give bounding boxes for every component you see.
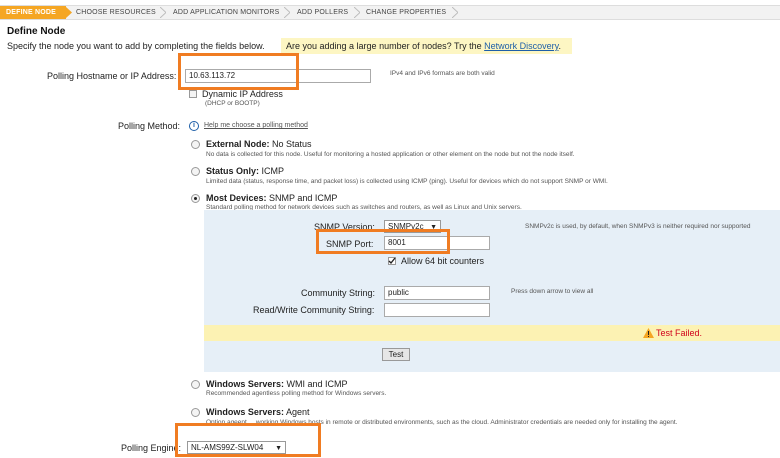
- test-button[interactable]: Test: [382, 348, 410, 361]
- community-string-label: Community String:: [301, 288, 376, 298]
- option-windows-agent-title: Windows Servers: Agent: [206, 407, 309, 417]
- annotation-box-polling-engine: [175, 423, 321, 457]
- rw-community-string-label: Read/Write Community String:: [253, 305, 375, 315]
- rw-community-string-input[interactable]: [384, 303, 490, 317]
- option-title-rest: WMI and ICMP: [283, 379, 348, 389]
- option-title-bold: External Node:: [206, 139, 270, 149]
- option-title-bold: Windows Servers:: [206, 379, 284, 389]
- test-failed-text: Test Failed.: [656, 328, 703, 338]
- annotation-box-hostname: [178, 53, 299, 90]
- hostname-label: Polling Hostname or IP Address:: [47, 71, 177, 81]
- wizard-step-define-node[interactable]: DEFINE NODE: [0, 6, 66, 19]
- snmp-version-hint: SNMPv2c is used, by default, when SNMPv3…: [525, 223, 751, 230]
- option-windows-wmi-desc: Recommended agentless polling method for…: [206, 390, 387, 397]
- option-external-node-desc: No data is collected for this node. Usef…: [206, 151, 575, 158]
- info-icon: i: [189, 121, 199, 131]
- option-title-bold: Windows Servers:: [206, 407, 284, 417]
- polling-method-help-link[interactable]: Help me choose a polling method: [204, 122, 308, 129]
- option-status-only-desc: Limited data (status, response time, and…: [206, 178, 608, 185]
- option-title-rest: No Status: [269, 139, 312, 149]
- network-discovery-link[interactable]: Network Discovery: [484, 41, 558, 51]
- option-most-devices-title: Most Devices: SNMP and ICMP: [206, 193, 337, 203]
- wizard-steps: DEFINE NODE CHOOSE RESOURCES ADD APPLICA…: [0, 5, 780, 20]
- wizard-step-add-pollers[interactable]: ADD POLLERS: [297, 6, 348, 19]
- dynamic-ip-label: Dynamic IP Address: [202, 89, 283, 99]
- chevron-right-icon: [160, 7, 166, 18]
- option-title-rest: Agent: [283, 407, 310, 417]
- radio-status-only[interactable]: [191, 167, 200, 176]
- option-external-node-title: External Node: No Status: [206, 139, 312, 149]
- snmp-settings-panel: [204, 210, 780, 372]
- wizard-step-change-properties[interactable]: CHANGE PROPERTIES: [366, 6, 446, 19]
- page-title: Define Node: [7, 26, 66, 37]
- chevron-right-icon: [452, 7, 458, 18]
- warning-icon: [643, 328, 654, 338]
- chevron-right-icon: [66, 7, 72, 18]
- radio-most-devices[interactable]: [191, 194, 200, 203]
- option-title-rest: ICMP: [259, 166, 285, 176]
- wizard-step-choose-resources[interactable]: CHOOSE RESOURCES: [76, 6, 156, 19]
- page-intro: Specify the node you want to add by comp…: [7, 41, 265, 51]
- polling-method-label: Polling Method:: [118, 121, 181, 131]
- option-title-rest: SNMP and ICMP: [266, 193, 338, 203]
- bulk-nodes-question: Are you adding a large number of nodes? …: [286, 41, 561, 51]
- annotation-box-snmp-port: [316, 229, 450, 254]
- bulk-nodes-question-end: .: [558, 41, 562, 51]
- wizard-step-add-application-monitors[interactable]: ADD APPLICATION MONITORS: [173, 6, 279, 19]
- allow-64bit-counters-label: Allow 64 bit counters: [401, 256, 485, 266]
- chevron-right-icon: [354, 7, 360, 18]
- community-string-input[interactable]: public: [384, 286, 490, 300]
- hostname-hint: IPv4 and IPv6 formats are both valid: [390, 70, 495, 77]
- option-windows-wmi-title: Windows Servers: WMI and ICMP: [206, 379, 347, 389]
- option-status-only-title: Status Only: ICMP: [206, 166, 284, 176]
- radio-windows-agent[interactable]: [191, 408, 200, 417]
- option-title-bold: Status Only:: [206, 166, 260, 176]
- radio-windows-wmi[interactable]: [191, 380, 200, 389]
- radio-external-node[interactable]: [191, 140, 200, 149]
- bulk-nodes-question-text: Are you adding a large number of nodes? …: [286, 41, 482, 51]
- community-string-hint: Press down arrow to view all: [511, 288, 594, 295]
- option-title-bold: Most Devices:: [206, 193, 267, 203]
- checkbox-checked-icon[interactable]: [388, 257, 396, 265]
- dynamic-ip-checkbox[interactable]: [189, 90, 197, 98]
- polling-engine-label: Polling Engine:: [121, 443, 182, 453]
- dynamic-ip-sub: (DHCP or BOOTP): [205, 100, 260, 107]
- chevron-right-icon: [284, 7, 290, 18]
